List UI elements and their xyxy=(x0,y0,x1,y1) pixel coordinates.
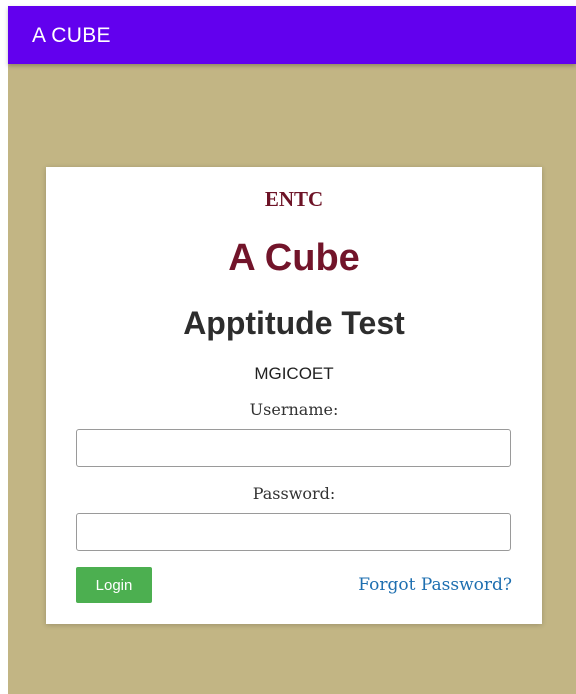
page-subtitle: Apptitude Test xyxy=(183,305,405,341)
app-bar-title: A CUBE xyxy=(32,24,111,47)
app-screen: A CUBE ENTC A Cube Apptitude Test MGICOE… xyxy=(8,6,576,694)
password-field[interactable] xyxy=(76,513,511,551)
brand-title: A Cube xyxy=(228,237,360,279)
login-card: ENTC A Cube Apptitude Test MGICOET Usern… xyxy=(46,167,542,624)
password-label: Password: xyxy=(252,484,336,503)
department-label: ENTC xyxy=(264,187,324,211)
college-name: MGICOET xyxy=(254,364,334,383)
app-bar: A CUBE xyxy=(8,6,576,64)
username-field[interactable] xyxy=(76,429,511,467)
login-button[interactable]: Login xyxy=(76,567,152,603)
username-label: Username: xyxy=(249,400,339,419)
forgot-password-link[interactable]: Forgot Password? xyxy=(358,575,512,595)
